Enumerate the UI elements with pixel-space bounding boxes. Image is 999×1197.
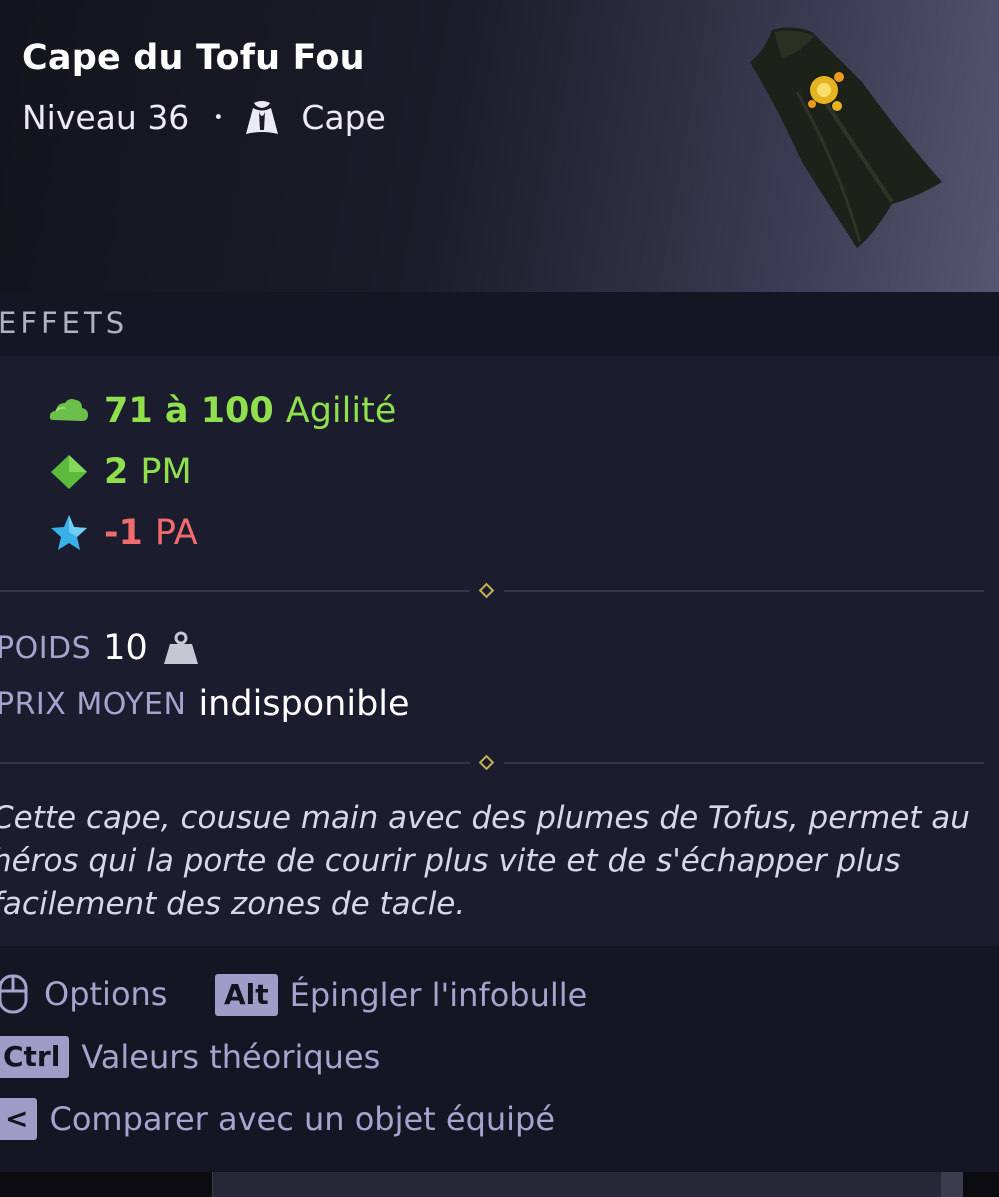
effect-pm: 2 PM xyxy=(48,441,396,502)
compare-hint[interactable]: < Comparer avec un objet équipé xyxy=(0,1098,555,1140)
cape-type-icon xyxy=(246,100,279,134)
pin-tooltip-label: Épingler l'infobulle xyxy=(289,976,588,1014)
weight-label: POIDS xyxy=(0,630,92,666)
alt-key: Alt xyxy=(215,974,278,1016)
background-window-strip xyxy=(212,1172,963,1197)
item-name: Cape du Tofu Fou xyxy=(22,38,365,78)
weight-value: 10 xyxy=(103,628,148,668)
effects-list: 71 à 100 Agilité 2 PM -1 PA xyxy=(48,380,396,563)
subtitle-separator: • xyxy=(213,107,224,128)
effect-value: -1 xyxy=(104,512,143,553)
pin-tooltip-hint[interactable]: Alt Épingler l'infobulle xyxy=(215,974,587,1016)
item-subtitle: Niveau 36 • Cape xyxy=(22,98,386,137)
divider xyxy=(0,581,984,601)
weight-row: POIDS 10 xyxy=(0,628,200,668)
theoretical-values-hint[interactable]: Ctrl Valeurs théoriques xyxy=(0,1036,380,1078)
options-hint[interactable]: Options xyxy=(0,974,167,1014)
effect-value: 71 à 100 xyxy=(104,390,274,431)
ctrl-key: Ctrl xyxy=(0,1036,70,1078)
effects-section-header: EFFETS xyxy=(0,292,999,356)
average-price-value: indisponible xyxy=(198,684,410,724)
tooltip-footer: Options Alt Épingler l'infobulle Ctrl Va… xyxy=(0,946,999,1172)
action-point-star-icon xyxy=(51,514,87,550)
effect-agility: 71 à 100 Agilité xyxy=(48,380,396,441)
effect-pa: -1 PA xyxy=(48,502,396,563)
tooltip-header: Cape du Tofu Fou Niveau 36 • Cape xyxy=(0,0,999,292)
item-level: Niveau 36 xyxy=(22,98,190,137)
agility-cloud-icon xyxy=(49,398,88,421)
options-label: Options xyxy=(44,975,168,1013)
average-price-label: PRIX MOYEN xyxy=(0,686,187,722)
effect-stat: PM xyxy=(140,451,192,492)
effect-stat: Agilité xyxy=(285,390,397,431)
effects-title: EFFETS xyxy=(0,306,129,340)
compare-key: < xyxy=(0,1098,38,1140)
mouse-icon xyxy=(0,974,28,1014)
item-description: Cette cape, cousue main avec des plumes … xyxy=(0,800,970,922)
divider xyxy=(0,753,984,773)
effect-value: 2 xyxy=(104,451,129,492)
scrollbar-knob xyxy=(941,1172,963,1197)
effect-stat: PA xyxy=(154,512,198,553)
theoretical-values-label: Valeurs théoriques xyxy=(81,1038,381,1076)
average-price-row: PRIX MOYEN indisponible xyxy=(0,684,410,724)
weight-icon xyxy=(163,631,198,664)
compare-label: Comparer avec un objet équipé xyxy=(49,1100,556,1138)
item-tooltip: Cape du Tofu Fou Niveau 36 • Cape EFFETS xyxy=(0,0,999,1172)
movement-point-diamond-icon xyxy=(51,454,87,489)
cape-item-image xyxy=(750,27,942,248)
item-type: Cape xyxy=(301,98,386,137)
